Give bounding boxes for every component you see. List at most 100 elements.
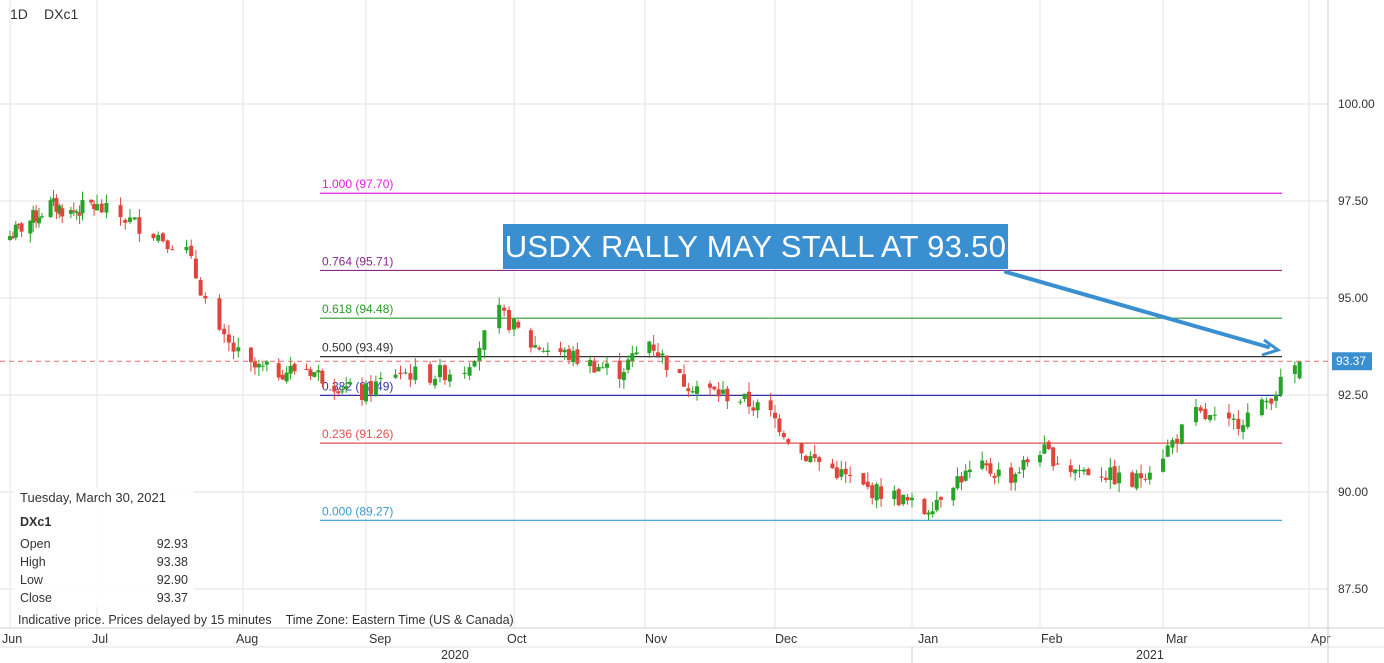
candle-body xyxy=(808,456,813,463)
candle-body xyxy=(1203,408,1208,420)
candle-down xyxy=(861,473,866,486)
interval-label[interactable]: 1D xyxy=(10,6,28,22)
candle-up xyxy=(951,486,956,506)
candle-down xyxy=(507,306,512,333)
candle-body xyxy=(725,388,730,402)
candle-body xyxy=(104,202,109,213)
candle-body xyxy=(558,348,563,353)
candle-body xyxy=(1134,473,1139,489)
candle-up xyxy=(497,297,502,334)
candle-down xyxy=(812,444,817,462)
candle-down xyxy=(1009,462,1014,491)
candle-body xyxy=(768,400,773,411)
candle-body xyxy=(127,217,132,222)
candle-down xyxy=(516,319,521,329)
candle-body xyxy=(1297,361,1302,379)
candlestick-chart[interactable]: 100.00 97.50 95.00 92.50 90.00 87.50 Jun Jul Au… xyxy=(0,0,1384,663)
candle-body xyxy=(1117,472,1122,484)
candle-down xyxy=(799,442,804,461)
candle-body xyxy=(600,367,605,369)
candle-body xyxy=(742,393,747,400)
candle-down xyxy=(725,385,730,409)
candle-body xyxy=(664,355,669,370)
candle-down xyxy=(292,362,297,375)
candle-up xyxy=(621,368,626,389)
candle-down xyxy=(226,325,231,352)
candle-up xyxy=(1292,361,1297,384)
candle-body xyxy=(348,382,353,385)
candle-down xyxy=(716,381,721,403)
candle-up xyxy=(562,347,567,360)
candle-body xyxy=(217,298,222,330)
candle-body xyxy=(482,330,487,350)
candle-body xyxy=(393,374,398,378)
x-tick-label: Nov xyxy=(645,632,668,646)
ohlc-label: Close xyxy=(20,590,52,605)
candle-body xyxy=(1175,438,1180,444)
candle-up xyxy=(967,460,972,479)
candle-body xyxy=(747,391,751,407)
candle-down xyxy=(592,357,597,373)
candle-body xyxy=(165,240,170,250)
candle-body xyxy=(151,233,156,239)
candle-body xyxy=(1198,407,1203,412)
candle-body xyxy=(507,309,512,331)
candle-up xyxy=(930,502,935,518)
candle-down xyxy=(198,277,203,296)
candle-down xyxy=(751,400,756,417)
candle-body xyxy=(528,330,533,348)
fib-level-label: 0.618 (94.48) xyxy=(322,302,393,316)
candle-down xyxy=(777,414,782,436)
candle-up xyxy=(955,467,960,490)
candle-up xyxy=(467,362,472,381)
candle-body xyxy=(630,353,635,362)
candle-up xyxy=(1042,435,1047,455)
candle-body xyxy=(99,203,104,213)
candle-up xyxy=(571,346,576,367)
x-tick-label: Dec xyxy=(775,632,797,646)
y-tick-label: 90.00 xyxy=(1338,485,1368,499)
candle-body xyxy=(1259,399,1264,416)
candle-up xyxy=(1038,451,1042,467)
candle-body xyxy=(786,439,791,443)
candle-down xyxy=(830,458,835,469)
ohlc-value: 93.38 xyxy=(156,554,188,569)
candle-body xyxy=(292,363,297,372)
candle-down xyxy=(428,360,433,386)
candle-up xyxy=(472,360,477,368)
candle-body xyxy=(1165,445,1170,457)
candle-up xyxy=(68,206,73,219)
candle-body xyxy=(934,499,939,511)
candle-down xyxy=(1103,470,1108,483)
candle-up xyxy=(1231,413,1236,430)
symbol-label[interactable]: DXc1 xyxy=(44,6,78,22)
candle-body xyxy=(1161,458,1165,472)
candle-up xyxy=(742,393,747,403)
candle-body xyxy=(497,304,502,329)
fib-level-label: 0.500 (93.49) xyxy=(322,341,393,355)
candle-down xyxy=(170,245,175,251)
candle-up xyxy=(634,346,639,356)
fib-level-label: 0.764 (95.71) xyxy=(322,254,393,268)
x-tick-label: Sep xyxy=(369,632,391,646)
candle-body xyxy=(364,383,368,402)
candle-up xyxy=(1193,399,1198,426)
candle-body xyxy=(604,363,609,368)
candle-down xyxy=(747,382,751,414)
candle-down xyxy=(848,466,853,483)
y-tick-label: 87.50 xyxy=(1338,582,1368,596)
candle-body xyxy=(1170,440,1175,448)
candle-body xyxy=(132,217,137,220)
candle-down xyxy=(151,233,156,241)
candle-down xyxy=(1130,470,1135,488)
candle-body xyxy=(512,318,516,330)
candle-body xyxy=(472,360,477,367)
candle-body xyxy=(60,208,65,217)
candle-body xyxy=(264,361,269,365)
candle-down xyxy=(1055,456,1060,465)
candle-body xyxy=(502,307,507,311)
candle-body xyxy=(1051,447,1056,467)
candle-body xyxy=(123,219,128,223)
candle-body xyxy=(712,386,717,390)
candle-body xyxy=(248,347,253,363)
